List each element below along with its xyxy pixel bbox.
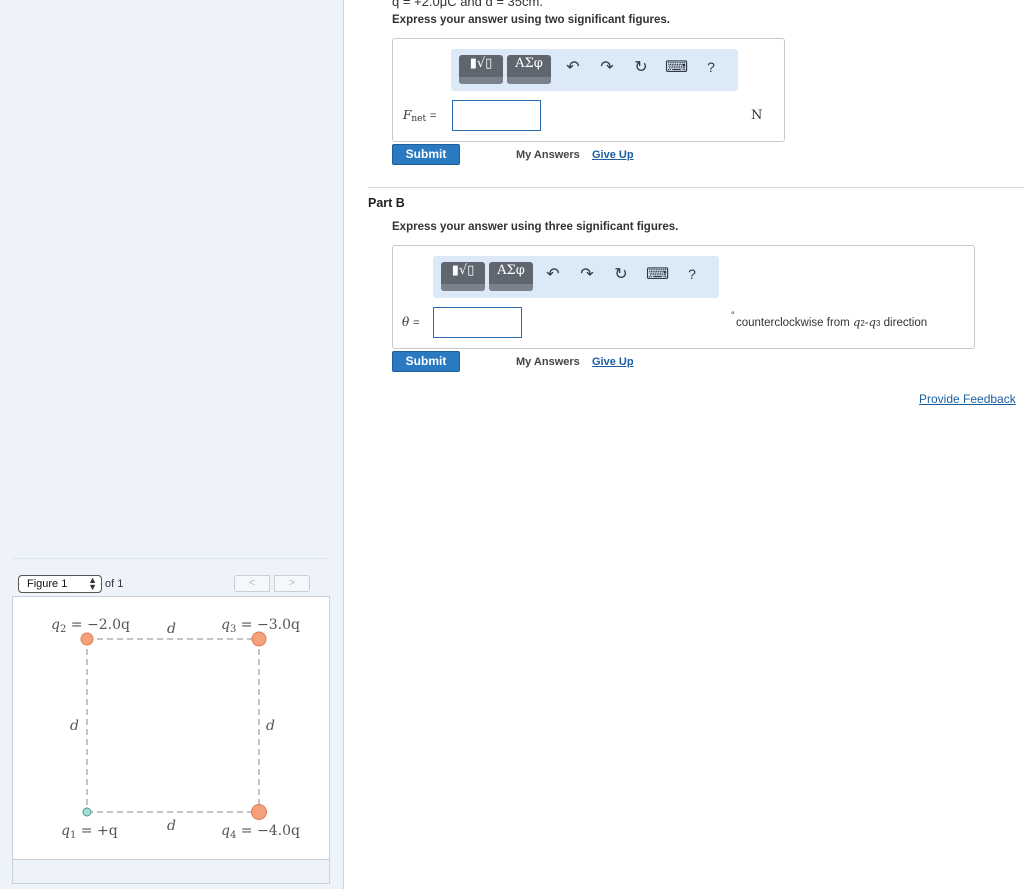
part-a-submit-button[interactable]: Submit	[392, 144, 460, 165]
help-icon[interactable]: ?	[682, 264, 702, 284]
part-a-my-answers-link[interactable]: My Answers	[516, 149, 580, 161]
part-b-my-answers-link[interactable]: My Answers	[516, 356, 580, 368]
q1-label: q1 = +q	[61, 823, 118, 841]
figure-prev-button[interactable]: <	[234, 575, 270, 592]
d-label-bottom: d	[167, 818, 176, 834]
figure-select-label: Figure 1	[27, 578, 68, 590]
part-b-math-toolbar: ▮√▯ ΑΣφ ↶ ↷ ↻ ⌨ ?	[433, 256, 719, 298]
undo-icon[interactable]: ↶	[563, 57, 583, 77]
direction-label: counterclockwise from q2-q3 direction	[736, 315, 928, 329]
keyboard-icon[interactable]: ⌨	[646, 264, 669, 284]
part-b-title: Part B	[368, 196, 405, 210]
reset-icon[interactable]: ↻	[631, 57, 651, 77]
reset-icon[interactable]: ↻	[611, 264, 631, 284]
template-button[interactable]: ▮√▯	[459, 55, 503, 84]
undo-icon[interactable]: ↶	[543, 264, 563, 284]
figure-panel: Figure 1 ▲ ▼ of 1 < > q2 = −2.0q q3 = −3.…	[0, 0, 344, 889]
charge-q2	[80, 632, 94, 646]
part-b-instruction: Express your answer using three signific…	[392, 221, 679, 233]
q4-label: q4 = −4.0q	[221, 823, 300, 841]
charge-q3	[251, 631, 267, 647]
problem-text-cutoff: q = +2.0μC and d = 35cm.	[392, 0, 543, 9]
part-divider	[368, 187, 1024, 188]
spinner-icon: ▲ ▼	[88, 575, 97, 592]
redo-icon[interactable]: ↷	[577, 264, 597, 284]
figure-footer	[12, 860, 330, 884]
part-a-give-up-link[interactable]: Give Up	[592, 149, 634, 161]
charge-q1	[82, 807, 92, 817]
keyboard-icon[interactable]: ⌨	[665, 57, 688, 77]
d-label-top: d	[167, 621, 176, 637]
part-a-answer-box: ▮√▯ ΑΣφ ↶ ↷ ↻ ⌨ ? Fnet = N	[392, 38, 785, 142]
d-label-right: d	[266, 718, 275, 734]
part-a-instruction: Express your answer using two significan…	[392, 14, 670, 26]
greek-symbols-button[interactable]: ΑΣφ	[489, 262, 533, 291]
figure-count: of 1	[105, 578, 124, 590]
figure-next-button[interactable]: >	[274, 575, 310, 592]
degree-symbol: °	[731, 310, 735, 320]
fnet-input[interactable]	[452, 100, 541, 131]
template-button[interactable]: ▮√▯	[441, 262, 485, 291]
theta-input[interactable]	[433, 307, 522, 338]
unit-label: N	[751, 108, 763, 123]
q3-label: q3 = −3.0q	[221, 617, 300, 635]
part-b-answer-box: ▮√▯ ΑΣφ ↶ ↷ ↻ ⌨ ? θ =	[392, 245, 975, 349]
help-icon[interactable]: ?	[701, 57, 721, 77]
redo-icon[interactable]: ↷	[597, 57, 617, 77]
part-b-give-up-link[interactable]: Give Up	[592, 356, 634, 368]
figure-select[interactable]: Figure 1 ▲ ▼	[18, 575, 102, 593]
figure-toolbar: Figure 1 ▲ ▼ of 1 < >	[12, 558, 330, 596]
greek-symbols-button[interactable]: ΑΣφ	[507, 55, 551, 84]
d-label-left: d	[70, 718, 79, 734]
part-b-submit-button[interactable]: Submit	[392, 351, 460, 372]
charge-q4	[251, 804, 267, 820]
theta-label: θ =	[402, 315, 420, 329]
fnet-label: Fnet =	[403, 108, 437, 124]
part-a-math-toolbar: ▮√▯ ΑΣφ ↶ ↷ ↻ ⌨ ?	[451, 49, 738, 91]
q2-label: q2 = −2.0q	[51, 617, 130, 635]
provide-feedback-link[interactable]: Provide Feedback	[919, 392, 1016, 406]
figure-canvas: q2 = −2.0q q3 = −3.0q q1 = +q q4 = −4.0q…	[12, 596, 330, 860]
charge-diagram: q2 = −2.0q q3 = −3.0q q1 = +q q4 = −4.0q…	[51, 617, 300, 841]
